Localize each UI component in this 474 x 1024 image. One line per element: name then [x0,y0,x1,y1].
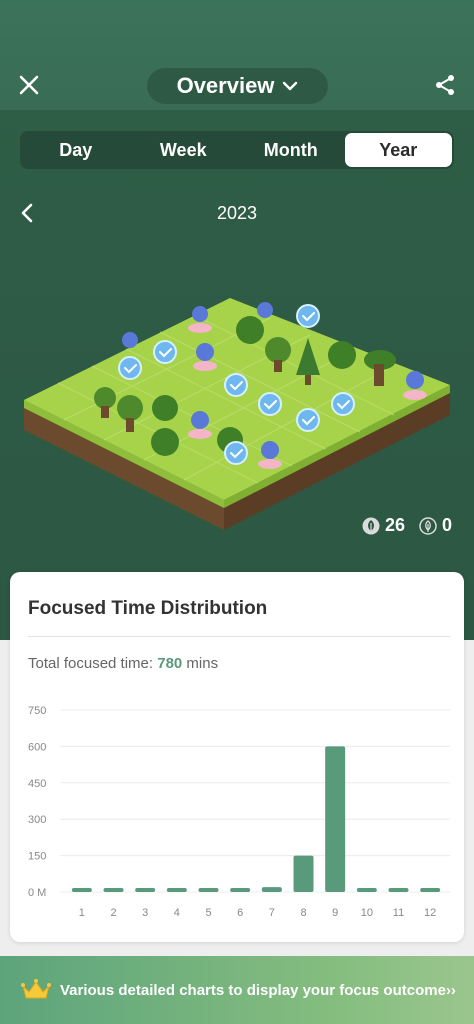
y-tick-label: 750 [28,705,46,717]
period-label: 2023 [216,203,258,223]
withered-count-value: 0 [441,515,452,535]
bar[interactable] [230,888,251,892]
chevron-down-icon [283,81,298,91]
tree-counts: 26 0 [362,515,452,536]
bar[interactable] [166,888,187,892]
x-tick-label: 8 [300,907,306,919]
healthy-tree-count: 26 [362,515,405,536]
bar[interactable] [135,888,156,892]
promo-text: Various detailed charts to display your … [60,982,456,999]
total-focused-time: Total focused time: 780 mins [28,655,218,672]
bar[interactable] [293,855,314,892]
tab-week[interactable]: Week [130,133,238,167]
x-tick-label: 6 [237,907,243,919]
bar[interactable] [198,888,219,892]
tab-day[interactable]: Day [22,133,130,167]
close-icon [19,75,39,95]
bar[interactable] [103,888,124,892]
crown-icon [21,979,51,999]
card-title: Focused Time Distribution [28,598,268,619]
y-tick-label: 0 M [28,887,46,899]
close-button[interactable] [14,70,44,100]
y-tick-label: 300 [28,814,46,826]
x-tick-label: 9 [332,907,338,919]
withered-tree-icon [419,516,437,535]
total-unit: mins [182,655,219,672]
y-tick-label: 600 [28,741,46,753]
promo-message: Various detailed charts to display your … [60,981,446,999]
bar[interactable] [261,887,282,892]
bar[interactable] [356,888,377,892]
x-tick-label: 7 [269,907,275,919]
tree-icon [362,517,380,534]
forest-illustration [24,298,450,530]
header: Overview [0,0,474,110]
x-tick-label: 1 [79,907,85,919]
x-tick-label: 10 [361,907,373,919]
tab-year[interactable]: Year [344,133,452,167]
share-icon [436,75,454,95]
overview-dropdown[interactable]: Overview [147,68,328,104]
withered-tree-count: 0 [419,515,452,536]
x-tick-label: 5 [205,907,211,919]
y-tick-label: 150 [28,851,46,863]
x-tick-label: 12 [424,907,436,919]
total-label: Total focused time: [28,655,158,672]
promo-banner[interactable]: Various detailed charts to display your … [0,956,474,1024]
promo-arrow: ›› [445,981,456,999]
share-button[interactable] [430,70,460,100]
x-tick-label: 2 [110,907,116,919]
tab-month[interactable]: Month [237,133,345,167]
bar[interactable] [325,746,346,892]
focused-time-card: Focused Time Distribution Total focused … [10,572,464,942]
bar-chart: 0 M1503004506007501 2 3 4 5 6 7 8 9 10 11 12 [28,705,450,919]
bar[interactable] [388,888,409,892]
bar[interactable] [71,888,92,892]
card-divider [28,636,450,637]
page-title: Overview [176,73,275,98]
total-value: 780 [157,655,183,672]
y-tick-label: 450 [28,778,46,790]
bar[interactable] [420,888,441,892]
period-tabs: Day Week Month Year [20,131,454,169]
healthy-count-value: 26 [384,515,405,535]
x-tick-label: 11 [393,907,404,919]
x-tick-label: 3 [142,907,148,919]
x-tick-label: 4 [174,907,180,919]
